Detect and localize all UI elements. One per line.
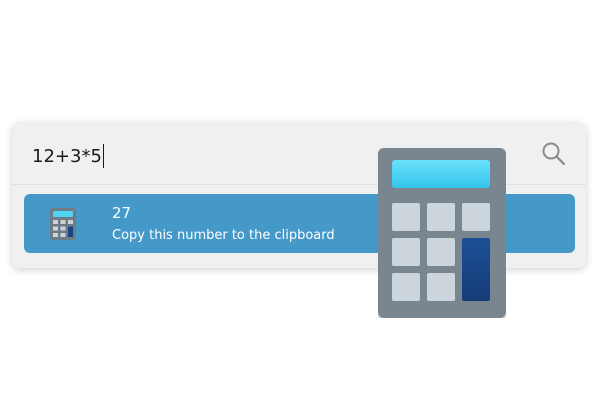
calculator-app-logo (378, 148, 506, 318)
search-query-text: 12+3*5 (32, 145, 102, 167)
search-icon[interactable] (540, 140, 568, 168)
result-subtitle: Copy this number to the clipboard (112, 228, 335, 243)
result-title: 27 (112, 204, 132, 222)
text-caret (102, 144, 104, 168)
calculator-icon (50, 208, 76, 240)
stage: 12+3*5 27 Copy this number to the clipbo… (0, 0, 598, 408)
